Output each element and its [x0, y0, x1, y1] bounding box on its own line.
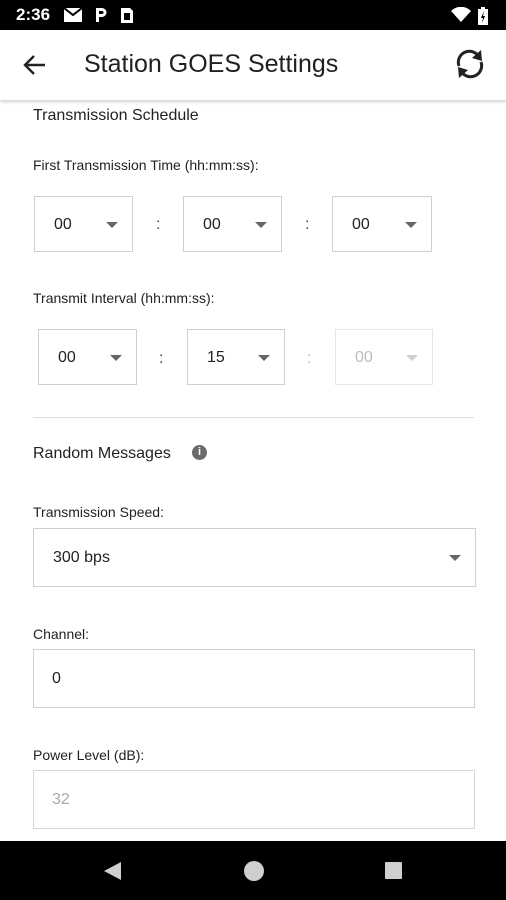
interval-seconds-dropdown: 00 [335, 329, 433, 385]
chevron-down-icon [255, 222, 267, 228]
channel-label: Channel: [33, 626, 90, 642]
interval-minutes-dropdown[interactable]: 15 [187, 329, 285, 385]
time-separator: : [307, 350, 312, 367]
sim-card-icon [121, 8, 133, 23]
wifi-icon [451, 7, 471, 22]
battery-icon [478, 7, 488, 25]
channel-input[interactable]: 0 [33, 649, 475, 708]
parking-icon [96, 8, 107, 22]
transmission-speed-label: Transmission Speed: [33, 504, 164, 520]
transmit-interval-label: Transmit Interval (hh:mm:ss): [33, 290, 215, 306]
transmission-speed-dropdown[interactable]: 300 bps [33, 528, 476, 587]
chevron-down-icon [258, 355, 270, 361]
interval-hours-dropdown[interactable]: 00 [38, 329, 137, 385]
chevron-down-icon [405, 222, 417, 228]
transmission-schedule-heading: Transmission Schedule [33, 107, 199, 124]
first-time-seconds-dropdown[interactable]: 00 [332, 196, 432, 252]
app-bar: Station GOES Settings [0, 30, 506, 100]
time-separator: : [305, 216, 310, 233]
chevron-down-icon [449, 555, 461, 561]
arrow-back-icon[interactable] [20, 50, 50, 80]
back-triangle-icon[interactable] [101, 860, 123, 882]
chevron-down-icon [406, 355, 418, 361]
first-transmission-time-label: First Transmission Time (hh:mm:ss): [33, 157, 259, 173]
chevron-down-icon [110, 355, 122, 361]
settings-content[interactable]: Transmission Schedule First Transmission… [0, 100, 506, 841]
sync-icon[interactable] [452, 46, 488, 82]
power-level-label: Power Level (dB): [33, 747, 145, 763]
home-circle-icon[interactable] [242, 859, 266, 883]
section-divider [33, 417, 474, 418]
first-time-minutes-dropdown[interactable]: 00 [183, 196, 282, 252]
info-icon[interactable]: i [192, 445, 207, 460]
navigation-bar [0, 841, 506, 900]
recents-square-icon[interactable] [384, 861, 404, 881]
random-messages-heading: Random Messages [33, 445, 171, 462]
chevron-down-icon [106, 222, 118, 228]
first-time-hours-dropdown[interactable]: 00 [34, 196, 133, 252]
gmail-icon [63, 7, 83, 22]
page-title: Station GOES Settings [84, 50, 339, 78]
time-separator: : [156, 216, 161, 233]
status-bar: 2:36 [0, 0, 506, 30]
status-time: 2:36 [16, 5, 51, 24]
power-level-input: 32 [33, 770, 475, 829]
time-separator: : [159, 350, 164, 367]
